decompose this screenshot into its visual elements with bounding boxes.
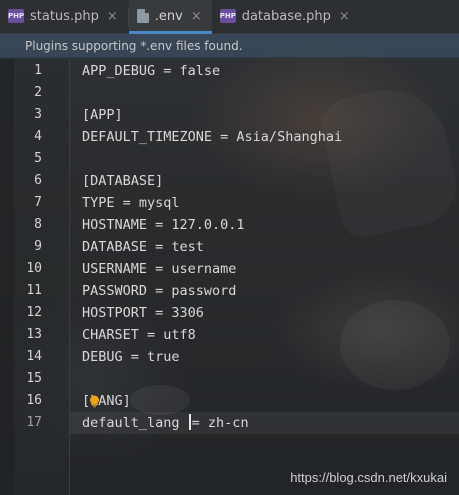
code-line[interactable]: HOSTPORT = 3306 bbox=[82, 302, 204, 324]
line-number: 10 bbox=[26, 261, 42, 276]
line-number: 3 bbox=[34, 107, 42, 122]
line-number: 6 bbox=[34, 173, 42, 188]
line-number: 14 bbox=[26, 349, 42, 364]
code-line[interactable]: DEBUG = true bbox=[82, 346, 180, 368]
line-number: 16 bbox=[26, 393, 42, 408]
code-line-current[interactable]: default_lang = zh-cn bbox=[82, 412, 249, 434]
tab-database-php[interactable]: PHP database.php × bbox=[212, 0, 360, 33]
close-icon[interactable]: × bbox=[339, 9, 350, 24]
line-number: 15 bbox=[26, 371, 42, 386]
code-line[interactable]: DATABASE = test bbox=[82, 236, 204, 258]
tab-label: .env bbox=[154, 8, 183, 24]
plugin-notification-banner[interactable]: Plugins supporting *.env files found. bbox=[0, 34, 459, 58]
tab-label: database.php bbox=[241, 8, 331, 24]
code-line[interactable]: TYPE = mysql bbox=[82, 192, 180, 214]
code-text: default_lang bbox=[82, 415, 188, 431]
env-file-icon bbox=[136, 9, 149, 23]
code-line[interactable]: USERNAME = username bbox=[82, 258, 236, 280]
code-line[interactable]: APP_DEBUG = false bbox=[82, 60, 220, 82]
editor-tab-bar: PHP status.php × .env × PHP database.php… bbox=[0, 0, 459, 34]
tool-window-strip bbox=[0, 59, 14, 495]
line-number: 1 bbox=[34, 63, 42, 78]
wallpaper-shape bbox=[130, 385, 190, 415]
line-number: 13 bbox=[26, 327, 42, 342]
line-number: 8 bbox=[34, 217, 42, 232]
code-line[interactable]: CHARSET = utf8 bbox=[82, 324, 196, 346]
line-number: 5 bbox=[34, 151, 42, 166]
code-line[interactable]: DEFAULT_TIMEZONE = Asia/Shanghai bbox=[82, 126, 342, 148]
code-line[interactable]: PASSWORD = password bbox=[82, 280, 236, 302]
tab-env[interactable]: .env × bbox=[128, 0, 212, 34]
lightbulb-icon[interactable] bbox=[89, 395, 100, 408]
line-number: 2 bbox=[34, 85, 42, 100]
wallpaper-shape bbox=[340, 300, 450, 390]
line-number: 12 bbox=[26, 305, 42, 320]
line-number: 7 bbox=[34, 195, 42, 210]
code-line[interactable]: [APP] bbox=[82, 104, 123, 126]
code-line[interactable]: [DATABASE] bbox=[82, 170, 163, 192]
line-number: 11 bbox=[26, 283, 42, 298]
php-file-icon: PHP bbox=[8, 9, 24, 23]
line-number: 4 bbox=[34, 129, 42, 144]
watermark-text: https://blog.csdn.net/kxukai bbox=[290, 470, 447, 485]
text-caret bbox=[188, 414, 191, 430]
close-icon[interactable]: × bbox=[191, 9, 202, 24]
code-line[interactable]: HOSTNAME = 127.0.0.1 bbox=[82, 214, 245, 236]
line-number-current: 17 bbox=[26, 415, 42, 430]
code-text: = zh-cn bbox=[191, 415, 249, 431]
tab-label: status.php bbox=[30, 8, 99, 24]
php-file-icon: PHP bbox=[219, 9, 236, 23]
tab-status-php[interactable]: PHP status.php × bbox=[0, 0, 128, 33]
line-number: 9 bbox=[34, 239, 42, 254]
ide-window: PHP status.php × .env × PHP database.php… bbox=[0, 0, 459, 495]
close-icon[interactable]: × bbox=[107, 9, 118, 24]
